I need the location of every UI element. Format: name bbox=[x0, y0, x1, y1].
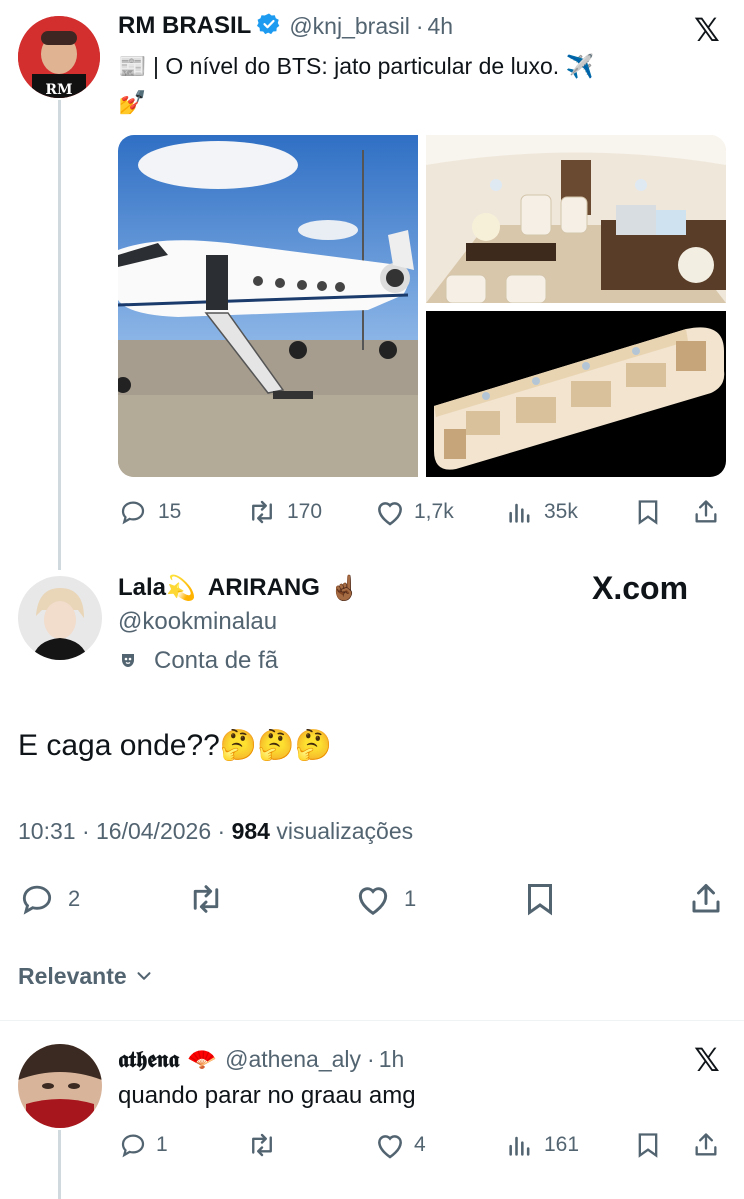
main-tweet-text-content: E caga onde?? bbox=[18, 729, 220, 762]
retweet-icon bbox=[193, 885, 219, 913]
dizzy-emoji: 💫 bbox=[166, 574, 196, 602]
media-grid[interactable] bbox=[118, 135, 726, 477]
fan-account-label: Conta de fã bbox=[118, 646, 278, 676]
views-button[interactable]: 35k bbox=[506, 497, 578, 527]
heart-icon bbox=[358, 887, 388, 916]
views-icon bbox=[509, 503, 530, 523]
timestamp[interactable]: 1h bbox=[379, 1046, 405, 1073]
reply-bookmark-button[interactable] bbox=[634, 1130, 662, 1160]
verified-badge-icon bbox=[257, 12, 281, 41]
avatar-rm-brasil[interactable]: RM bbox=[18, 16, 100, 98]
views-icon bbox=[509, 1136, 530, 1156]
tweet-timestamp[interactable]: 10:31 · 16/04/2026 · bbox=[18, 818, 225, 844]
reply-like-button[interactable]: 4 bbox=[374, 1130, 426, 1160]
heart-icon bbox=[378, 502, 402, 526]
sort-label: Relevante bbox=[18, 962, 127, 989]
main-share-button[interactable] bbox=[688, 880, 724, 918]
divider bbox=[0, 1020, 744, 1021]
airplane-emoji: ✈️ bbox=[565, 53, 595, 79]
display-name-rest[interactable]: ARIRANG bbox=[208, 574, 320, 602]
retweet-count: 170 bbox=[287, 500, 323, 523]
retweet-button[interactable]: 170 bbox=[245, 497, 322, 527]
separator: · bbox=[415, 12, 424, 39]
like-button[interactable]: 1,7k bbox=[374, 497, 454, 527]
views-count: 984 bbox=[231, 818, 270, 844]
avatar-lala[interactable] bbox=[18, 576, 102, 660]
reply-text: quando parar no graau amg bbox=[118, 1082, 416, 1109]
x-logo-icon: 𝕏 bbox=[694, 11, 720, 49]
newspaper-emoji: 📰 bbox=[118, 53, 147, 79]
reply-icon bbox=[121, 501, 145, 525]
display-name[interactable]: Lala bbox=[118, 574, 166, 602]
fan-account-text: Conta de fã bbox=[154, 647, 279, 674]
fan-emoji: 🪭 bbox=[187, 1045, 218, 1073]
thread-line bbox=[58, 1130, 61, 1199]
main-tweet-text: E caga onde??🤔🤔🤔 bbox=[18, 728, 332, 763]
main-reply-button[interactable]: 2 bbox=[18, 880, 80, 918]
nail-polish-emoji: 💅 bbox=[118, 89, 147, 115]
reply-icon bbox=[121, 1134, 145, 1158]
bookmark-button[interactable] bbox=[634, 497, 662, 527]
main-retweet-button[interactable] bbox=[186, 880, 226, 918]
handle[interactable]: @knj_brasil bbox=[289, 13, 410, 40]
reply-count: 15 bbox=[158, 500, 182, 523]
masks-icon bbox=[122, 654, 134, 667]
svg-text:RM: RM bbox=[45, 82, 72, 98]
main-bookmark-button[interactable] bbox=[522, 880, 558, 918]
reply-views-button[interactable]: 161 bbox=[506, 1130, 579, 1160]
main-tweet-header: Lala 💫 ARIRANG ☝🏾 bbox=[118, 570, 360, 606]
tweet-text-line: | O nível do BTS: jato particular de lux… bbox=[153, 53, 560, 79]
share-icon bbox=[695, 1133, 717, 1156]
tweet-text: 📰 | O nível do BTS: jato particular de l… bbox=[118, 48, 718, 120]
tweet-header: RM BRASIL @knj_brasil · 4h bbox=[118, 10, 453, 42]
share-icon bbox=[695, 500, 717, 523]
share-button[interactable] bbox=[692, 497, 720, 527]
retweet-icon bbox=[252, 1133, 272, 1157]
avatar-athena[interactable] bbox=[18, 1044, 102, 1128]
sort-dropdown[interactable]: Relevante bbox=[18, 960, 155, 992]
retweet-icon bbox=[252, 500, 272, 524]
media-image-jet-exterior[interactable] bbox=[118, 135, 418, 477]
x-logo-icon: 𝕏 bbox=[694, 1041, 720, 1079]
views-label: visualizações bbox=[276, 818, 414, 844]
pointing-up-emoji: ☝🏾 bbox=[329, 574, 360, 602]
bookmark-icon bbox=[638, 1133, 658, 1158]
media-image-cabin-cutaway[interactable] bbox=[426, 311, 726, 477]
display-name[interactable]: RM BRASIL bbox=[118, 12, 251, 40]
tweet-meta: 10:31 · 16/04/2026 · 984 visualizações bbox=[18, 818, 413, 845]
reply-retweet-button[interactable] bbox=[245, 1130, 279, 1160]
reply-share-button[interactable] bbox=[692, 1130, 720, 1160]
like-count: 1,7k bbox=[414, 500, 454, 523]
thinking-emojis: 🤔🤔🤔 bbox=[219, 729, 332, 762]
separator: · bbox=[367, 1045, 375, 1072]
views-count: 35k bbox=[544, 500, 578, 523]
main-like-button[interactable]: 1 bbox=[354, 880, 416, 918]
media-image-cabin-interior[interactable] bbox=[426, 135, 726, 303]
share-icon bbox=[692, 884, 720, 913]
like-count: 4 bbox=[414, 1133, 426, 1156]
chevron-down-icon bbox=[137, 972, 151, 980]
brand-label: X.com bbox=[592, 570, 689, 606]
handle[interactable]: @athena_aly bbox=[225, 1046, 361, 1073]
bookmark-icon bbox=[638, 500, 658, 525]
thread-line bbox=[58, 100, 61, 570]
reply-icon bbox=[22, 885, 52, 915]
heart-icon bbox=[378, 1135, 402, 1159]
timestamp[interactable]: 4h bbox=[428, 13, 454, 40]
handle[interactable]: @kookminalau bbox=[118, 608, 277, 636]
reply-button[interactable]: 15 bbox=[118, 497, 181, 527]
reply-count: 1 bbox=[156, 1133, 168, 1156]
reply-reply-button[interactable]: 1 bbox=[118, 1130, 168, 1160]
like-count: 1 bbox=[404, 886, 417, 911]
bookmark-icon bbox=[528, 884, 552, 916]
display-name[interactable]: 𝖆𝖙𝖍𝖊𝖓𝖆 bbox=[118, 1046, 179, 1073]
views-count: 161 bbox=[544, 1133, 580, 1156]
reply-count: 2 bbox=[68, 886, 81, 911]
reply-header: 𝖆𝖙𝖍𝖊𝖓𝖆 🪭 @athena_aly · 1h bbox=[118, 1042, 404, 1076]
